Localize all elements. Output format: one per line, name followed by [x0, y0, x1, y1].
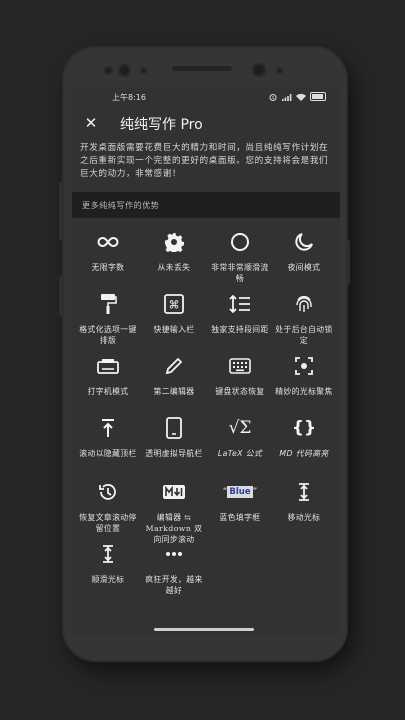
front-camera	[118, 64, 131, 77]
feature-label: 打字机模式	[87, 387, 129, 396]
sensor-dot	[276, 67, 283, 74]
close-icon[interactable]: ✕	[82, 114, 100, 132]
typewriter-icon	[76, 354, 140, 378]
volume-button	[59, 182, 63, 240]
feature-label: 蓝色填字框	[219, 513, 261, 522]
feature-item: 打字机模式	[76, 354, 140, 397]
power-button	[346, 240, 350, 284]
sensor-dot	[140, 67, 147, 74]
wifi-icon	[296, 93, 306, 101]
feature-item: “ Blue ” 蓝色填字框	[208, 480, 272, 523]
status-time: 上午8:16	[112, 93, 146, 102]
sensor-dot	[104, 66, 113, 75]
feature-item: ⌘ 快捷输入栏	[142, 292, 206, 335]
feature-label: 恢复文章滚动停留位置	[79, 513, 137, 533]
quote-close-icon: ”	[252, 487, 258, 497]
feature-item: 透明虚拟导航栏	[142, 416, 206, 459]
feature-label: 无限字数	[91, 263, 125, 272]
moon-icon	[272, 230, 336, 254]
feature-label: 处于后台自动锁定	[275, 325, 333, 345]
highlight-icon: “ Blue ”	[208, 480, 272, 504]
feature-label: 格式化选项一键排版	[79, 325, 137, 345]
front-camera	[252, 63, 266, 77]
feature-item: 移动光标	[272, 480, 336, 523]
signal-icon	[282, 93, 292, 101]
feature-label: 疯狂开发，越来越好	[145, 575, 203, 595]
feature-label: LaTeX 公式	[217, 449, 263, 458]
feature-label: 夜间模式	[287, 263, 321, 272]
highlight-sample: Blue	[227, 486, 253, 498]
svg-text:⌘: ⌘	[169, 299, 180, 312]
feature-label: 独家支持段间距	[211, 325, 269, 334]
more-advantages-label: 更多纯纯写作的优势	[82, 201, 160, 210]
fingerprint-icon	[272, 292, 336, 316]
feature-item: 键盘状态恢复	[208, 354, 272, 397]
markdown-icon	[142, 480, 206, 504]
feature-item: 非常非常顺滑流畅	[208, 230, 272, 284]
command-key-icon: ⌘	[142, 292, 206, 316]
feature-item: 从未丢失	[142, 230, 206, 273]
feature-label: 非常非常顺滑流畅	[211, 263, 269, 283]
paint-roller-icon	[76, 292, 140, 316]
feature-label: 顺滑光标	[91, 575, 125, 584]
infinity-icon	[76, 230, 140, 254]
app-screen: 上午8:16 ✕ 纯纯写作 Pro 开发桌面版需要花费巨大的精力和时间，尚且纯纯…	[72, 88, 340, 636]
speaker-grille	[172, 66, 232, 71]
focus-icon	[272, 354, 336, 378]
feature-label: MD 代码高亮	[279, 449, 329, 458]
feature-label: 快捷输入栏	[153, 325, 195, 334]
scroll-top-icon	[76, 416, 140, 440]
feature-item: 编辑器 ⇆ Markdown 双向同步滚动	[142, 480, 206, 545]
side-button	[59, 276, 63, 316]
keyboard-icon	[208, 354, 272, 378]
circle-icon	[208, 230, 272, 254]
feature-item: 处于后台自动锁定	[272, 292, 336, 346]
feature-label: 第二编辑器	[153, 387, 195, 396]
feature-label: 透明虚拟导航栏	[145, 449, 203, 458]
app-bar: ✕ 纯纯写作 Pro	[72, 110, 340, 140]
feature-item: 疯狂开发，越来越好	[142, 542, 206, 596]
feature-label: 从未丢失	[157, 263, 191, 272]
feature-item: 第二编辑器	[142, 354, 206, 397]
feature-item: {} MD 代码高亮	[272, 416, 336, 459]
page-title: 纯纯写作 Pro	[120, 117, 203, 133]
braces-icon: {}	[291, 418, 317, 438]
line-spacing-icon	[208, 292, 272, 316]
feature-label: 键盘状态恢复	[215, 387, 265, 396]
sqrt-icon: √Σ	[228, 418, 252, 438]
description-text: 开发桌面版需要花费巨大的精力和时间，尚且纯纯写作计划在之后重新实现一个完整的更好…	[80, 143, 329, 179]
feature-label: 编辑器 ⇆ Markdown 双向同步滚动	[145, 513, 203, 544]
feature-label: 移动光标	[287, 513, 321, 522]
status-bar: 上午8:16	[72, 90, 340, 104]
alarm-icon	[269, 93, 277, 101]
battery-icon	[310, 92, 326, 101]
history-icon	[76, 480, 140, 504]
feature-label: 滚动以隐藏顶栏	[79, 449, 137, 458]
feature-item: 格式化选项一键排版	[76, 292, 140, 346]
feature-item: 顺滑光标	[76, 542, 140, 585]
pencil-icon	[142, 354, 206, 378]
gear-icon	[142, 230, 206, 254]
feature-item: 恢复文章滚动停留位置	[76, 480, 140, 534]
home-indicator[interactable]	[154, 628, 254, 631]
feature-item: √Σ LaTeX 公式	[208, 416, 272, 459]
more-icon	[142, 542, 206, 566]
feature-item: 独家支持段间距	[208, 292, 272, 335]
text-cursor-icon	[272, 480, 336, 504]
feature-item: 滚动以隐藏顶栏	[76, 416, 140, 459]
text-cursor-icon	[76, 542, 140, 566]
feature-item: 夜间模式	[272, 230, 336, 273]
feature-label: 精妙的光标聚焦	[275, 387, 333, 396]
status-icons	[268, 92, 326, 101]
feature-item: 精妙的光标聚焦	[272, 354, 336, 397]
tablet-icon	[142, 416, 206, 440]
feature-item: 无限字数	[76, 230, 140, 273]
more-advantages-bar: 更多纯纯写作的优势	[72, 192, 340, 218]
